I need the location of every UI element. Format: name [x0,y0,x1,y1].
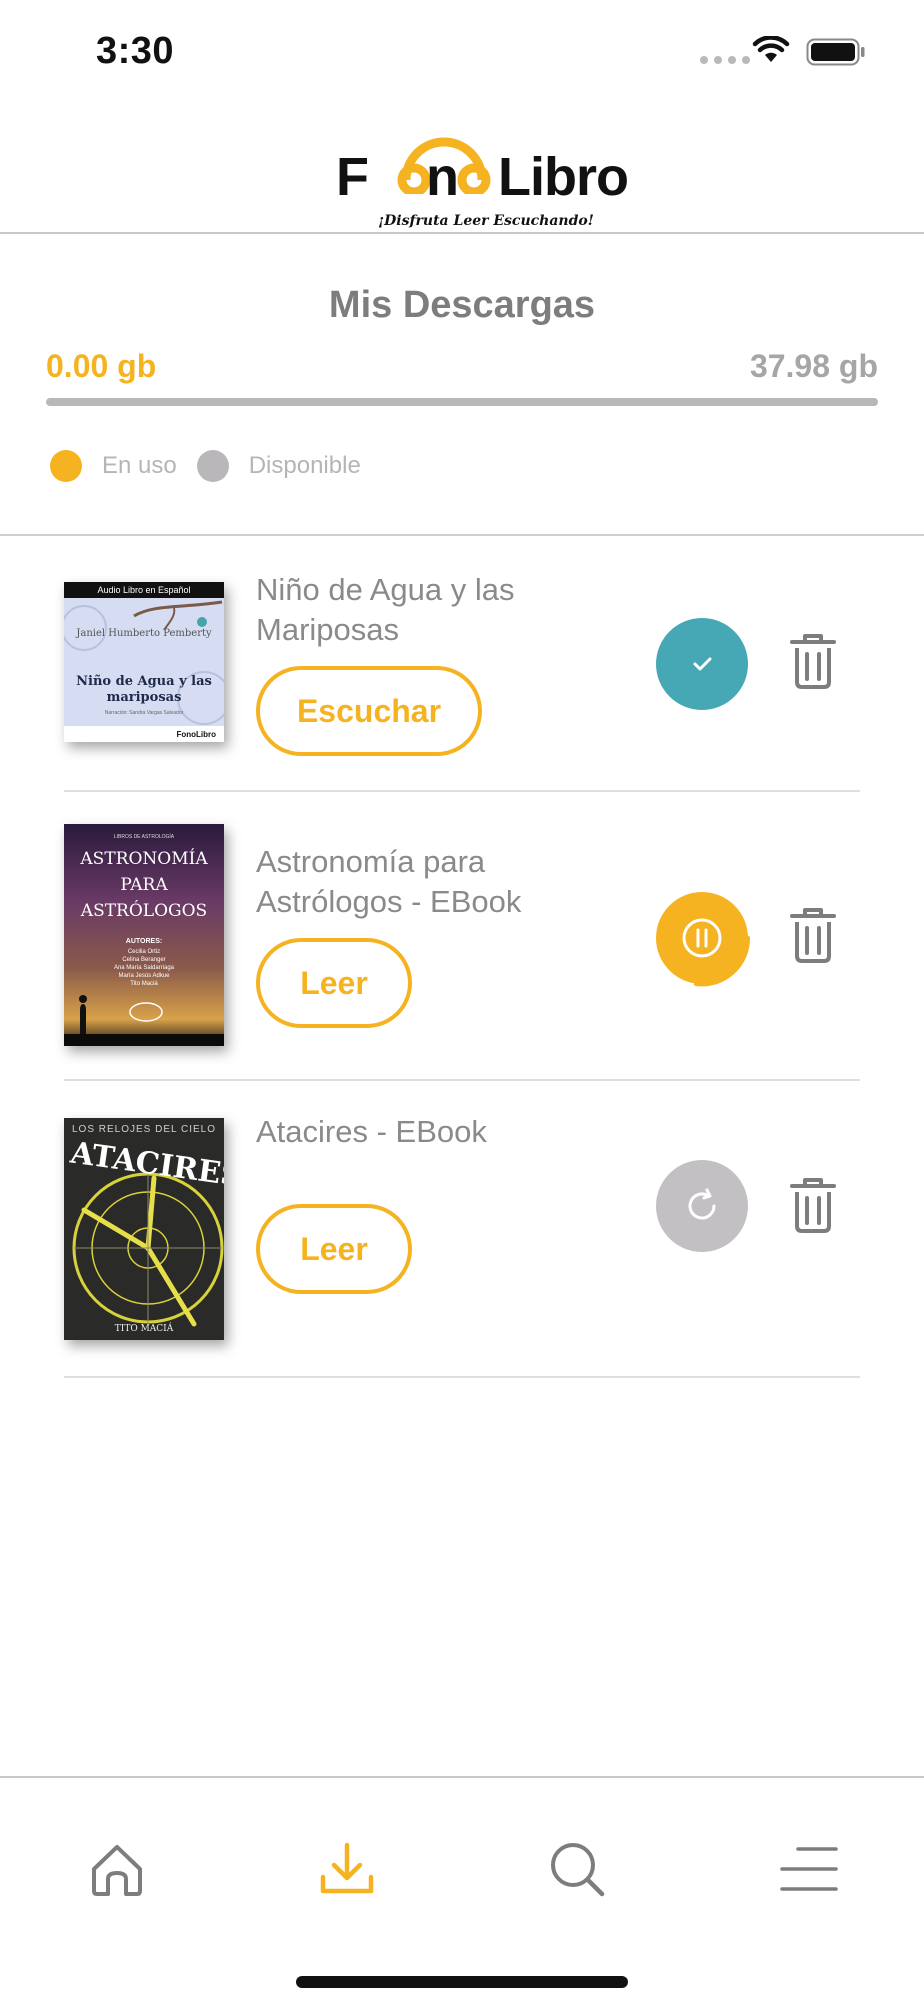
logo-tagline: ¡Disfruta Leer Escuchando! [378,213,594,229]
storage-used-value: 0.00 gb [46,348,157,384]
downloaded-status[interactable] [656,618,748,710]
item-divider [64,1376,860,1378]
cellular-signal-icon [700,56,750,64]
book-cover[interactable]: LOS RELOJES DEL CIELO ATACIRES TITO MACI… [64,1118,224,1340]
download-icon [320,1842,374,1894]
nav-search[interactable] [532,1824,622,1914]
cover-banner: LIBROS DE ASTROLOGÍA [113,834,175,840]
book-title: Niño de Agua y las Mariposas [256,572,515,647]
nav-downloads[interactable] [302,1824,392,1914]
cover-illustration [64,600,224,742]
battery-icon [806,38,865,66]
home-icon [92,1845,142,1896]
retry-icon [688,1188,716,1220]
fonolibro-logo: Fn Libro ¡Disfruta Leer Escuchando! [336,120,629,229]
menu-icon [780,1847,838,1891]
item-divider [64,1079,860,1081]
legend-available-dot [196,450,229,482]
legend-available-label: Disponible [248,452,361,479]
storage-available-value: 37.98 gb [749,348,878,384]
book-cover[interactable]: Audio Libro en Español Janiel Humberto P… [64,582,224,742]
nav-menu[interactable] [764,1824,854,1914]
book-title: Astronomía para Astrólogos - EBook [256,844,522,919]
cover-narrator: Narración: Sandra Vargas Salvador [104,710,184,716]
page-title: Mis Descargas [328,284,596,326]
cover-authors-label: AUTORES: [125,938,163,945]
cover-author: Janiel Humberto Pemberty [76,628,212,639]
legend-used-dot [50,450,82,482]
download-item[interactable]: Audio Libro en Español Janiel Humberto P… [0,540,924,792]
cover-banner: Audio Libro en Español [64,582,224,598]
delete-icon[interactable] [788,632,838,690]
read-button[interactable]: Leer [256,1204,412,1294]
cover-banner: LOS RELOJES DEL CIELO [71,1124,216,1135]
cover-title: ASTRONOMÍA PARA ASTRÓLOGOS [80,849,208,921]
book-cover[interactable]: LIBROS DE ASTROLOGÍA ASTRONOMÍA PARA AST… [64,824,224,1046]
status-bar: 3:30 [0,0,924,100]
read-button[interactable]: Leer [256,938,412,1028]
cover-author: TITO MACIÁ [114,1324,174,1334]
check-icon [693,657,712,671]
legend-used-label: En uso [102,452,177,479]
nav-home[interactable] [72,1824,162,1914]
pending-status[interactable] [656,1160,748,1252]
download-item[interactable]: LOS RELOJES DEL CIELO ATACIRES TITO MACI… [0,1082,924,1380]
status-time: 3:30 [96,30,175,72]
cover-title: Niño de Agua y las mariposas [76,674,212,705]
cover-brand: FonoLibro [176,730,216,739]
search-icon [551,1843,605,1897]
storage-legend: En uso Disponible [50,450,381,482]
bottom-nav [0,1776,924,2000]
logo-wordmark: Fn Libro [336,147,629,207]
app-header: Fn Libro ¡Disfruta Leer Escuchando! [0,100,924,234]
listen-button[interactable]: Escuchar [256,666,482,756]
cover-silhouette [64,995,224,1046]
storage-progress-bar [46,398,878,406]
download-item[interactable]: LIBROS DE ASTROLOGÍA ASTRONOMÍA PARA AST… [0,792,924,1082]
wifi-icon [752,36,790,62]
book-title: Atacires - EBook [256,1114,487,1149]
home-indicator [296,1976,628,1988]
download-progress-ring [694,936,751,987]
delete-icon[interactable] [788,1176,838,1234]
storage-summary: Mis Descargas 0.00 gb 37.98 gb En uso Di… [0,236,924,536]
delete-icon[interactable] [788,906,838,964]
